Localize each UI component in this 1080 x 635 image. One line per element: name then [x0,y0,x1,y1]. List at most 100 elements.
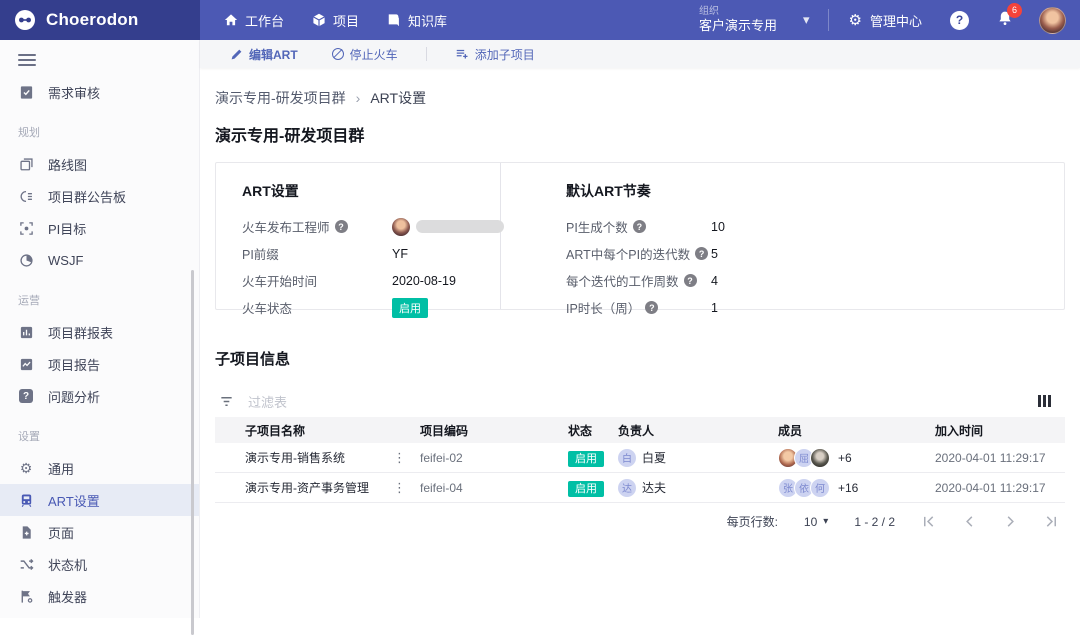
help-icon[interactable]: ? [334,220,348,233]
sidebar-item-label: 项目群报表 [48,325,114,341]
owner-avatar: 白 [618,448,636,467]
owner-avatar: 达 [618,478,636,497]
stop-train-button[interactable]: 停止火车 [331,46,398,63]
menu-toggle-icon[interactable] [18,54,36,66]
bar-chart-icon [18,324,34,340]
col-header-name[interactable]: 子项目名称 [215,422,420,439]
org-name: 客户演示专用 [698,18,777,34]
member-avatar[interactable] [810,447,830,468]
admin-center-button[interactable]: ⚙ 管理中心 [849,11,922,30]
col-header-owner[interactable]: 负责人 [618,422,770,439]
sidebar-item-issue-analysis[interactable]: ? 问题分析 [0,380,199,412]
page-title: 演示专用-研发项目群 [215,128,365,145]
subproject-name[interactable]: 演示专用-销售系统 [245,449,345,466]
home-icon [224,14,238,26]
start-time-label: 火车开始时间 [242,275,318,289]
top-nav: 工作台 项目 知识库 [224,11,447,30]
notifications-button[interactable]: 6 [997,2,1022,31]
sidebar-item-trigger[interactable]: 触发器 [0,580,199,612]
question-icon: ? [18,388,34,404]
edit-art-button[interactable]: 编辑ART [230,46,298,63]
owner-name: 白夏 [642,451,667,465]
row-menu-icon[interactable]: ⋮ [393,481,406,494]
sidebar-item-state-machine[interactable]: 状态机 [0,548,199,580]
rows-per-page-label: 每页行数: [726,515,778,529]
sidebar-item-art-settings[interactable]: ART设置 [0,484,199,516]
sidebar-item-label: 页面 [48,525,75,541]
subproject-name[interactable]: 演示专用-资产事务管理 [245,479,369,496]
org-label: 组织 [698,5,719,17]
joined-time: 2020-04-01 11:29:17 [935,450,1046,465]
col-header-code[interactable]: 项目编码 [420,422,568,439]
help-button[interactable]: ? [950,10,969,30]
breadcrumb-separator: › [355,90,361,106]
gear-icon: ⚙ [19,459,33,476]
members-cell: 屈 +6 [770,447,928,468]
pencil-icon [231,49,242,59]
member-more-count[interactable]: +6 [838,451,852,465]
help-icon[interactable]: ? [645,301,659,314]
last-page-icon[interactable] [1044,514,1059,529]
sidebar-item-program-report[interactable]: 项目群报表 [0,316,199,348]
nav-workbench[interactable]: 工作台 [224,11,284,30]
sidebar-item-wsjf[interactable]: WSJF [0,244,199,276]
first-page-icon[interactable] [921,514,936,529]
sidebar-scrollbar[interactable] [191,270,194,635]
sidebar-group-settings: 设置 [18,431,40,443]
page-add-icon [18,524,34,540]
cadence-value: 5 [711,246,718,261]
sidebar-item-general[interactable]: ⚙ 通用 [0,452,199,484]
train-status-label: 火车状态 [242,302,293,316]
member-more-count[interactable]: +16 [838,481,858,495]
sidebar-item-roadmap[interactable]: 路线图 [0,148,199,180]
add-subproject-button[interactable]: 添加子项目 [455,46,535,63]
prev-page-icon[interactable] [962,514,977,529]
help-icon[interactable]: ? [683,274,697,287]
row-menu-icon[interactable]: ⋮ [393,451,406,464]
next-page-icon[interactable] [1003,514,1018,529]
table-row[interactable]: 演示专用-资产事务管理 ⋮ feifei-04 启用 达 达夫 张 依 何 +1… [215,473,1065,503]
help-icon[interactable]: ? [632,220,646,233]
cadence-value: 1 [711,300,718,315]
sidebar-item-demand-review[interactable]: 需求审核 [0,76,199,108]
filter-bar: 过滤表 [215,385,1065,417]
breadcrumb-parent[interactable]: 演示专用-研发项目群 [215,88,346,108]
subprojects-title: 子项目信息 [215,351,291,368]
org-switcher[interactable]: 组织 客户演示专用 ▾ [699,6,810,35]
column-settings-icon[interactable] [1036,393,1053,409]
page-range: 1 - 2 / 2 [854,514,895,529]
sidebar-item-label: 问题分析 [48,389,101,405]
cadence-row: 每个迭代的工作周数? 4 [566,267,1064,294]
toolbar-divider [425,47,427,61]
nav-project[interactable]: 项目 [312,11,359,30]
nav-workbench-label: 工作台 [245,13,285,29]
cadence-label: PI生成个数 [566,221,628,235]
sidebar-item-label: 需求审核 [48,85,101,101]
user-avatar[interactable] [1039,6,1066,34]
table-row[interactable]: 演示专用-销售系统 ⋮ feifei-02 启用 白 白夏 屈 +6 2020-… [215,443,1065,473]
sidebar-item-program-board[interactable]: 项目群公告板 [0,180,199,212]
page-size-select[interactable]: 10 ▾ [804,515,828,529]
flag-icon [18,588,34,604]
logo[interactable]: Choerodon [0,0,200,40]
book-icon [388,14,399,26]
col-header-joined[interactable]: 加入时间 [928,422,1065,439]
status-badge: 启用 [392,297,428,318]
sidebar-item-pi-objectives[interactable]: PI目标 [0,212,199,244]
col-header-status[interactable]: 状态 [568,422,618,439]
sidebar-item-pages[interactable]: 页面 [0,516,199,548]
table-filter-input[interactable]: 过滤表 [219,392,1036,411]
sidebar-item-project-report[interactable]: 项目报告 [0,348,199,380]
help-icon[interactable]: ? [695,247,709,260]
chevron-down-icon: ▾ [823,516,829,527]
col-header-members[interactable]: 成员 [770,422,928,439]
subprojects-table: 子项目名称 项目编码 状态 负责人 成员 加入时间 演示专用-销售系统 ⋮ fe… [215,417,1065,503]
page-size-value: 10 [803,514,818,529]
chevron-down-icon: ▾ [803,12,810,27]
pi-prefix-row: PI前缀 YF [242,240,500,267]
nav-knowledge[interactable]: 知识库 [387,11,447,30]
member-avatar[interactable]: 何 [810,477,830,498]
filter-placeholder: 过滤表 [248,394,288,410]
subproject-code: feifei-02 [420,450,463,465]
pagination: 每页行数: 10 ▾ 1 - 2 / 2 [215,513,1065,530]
